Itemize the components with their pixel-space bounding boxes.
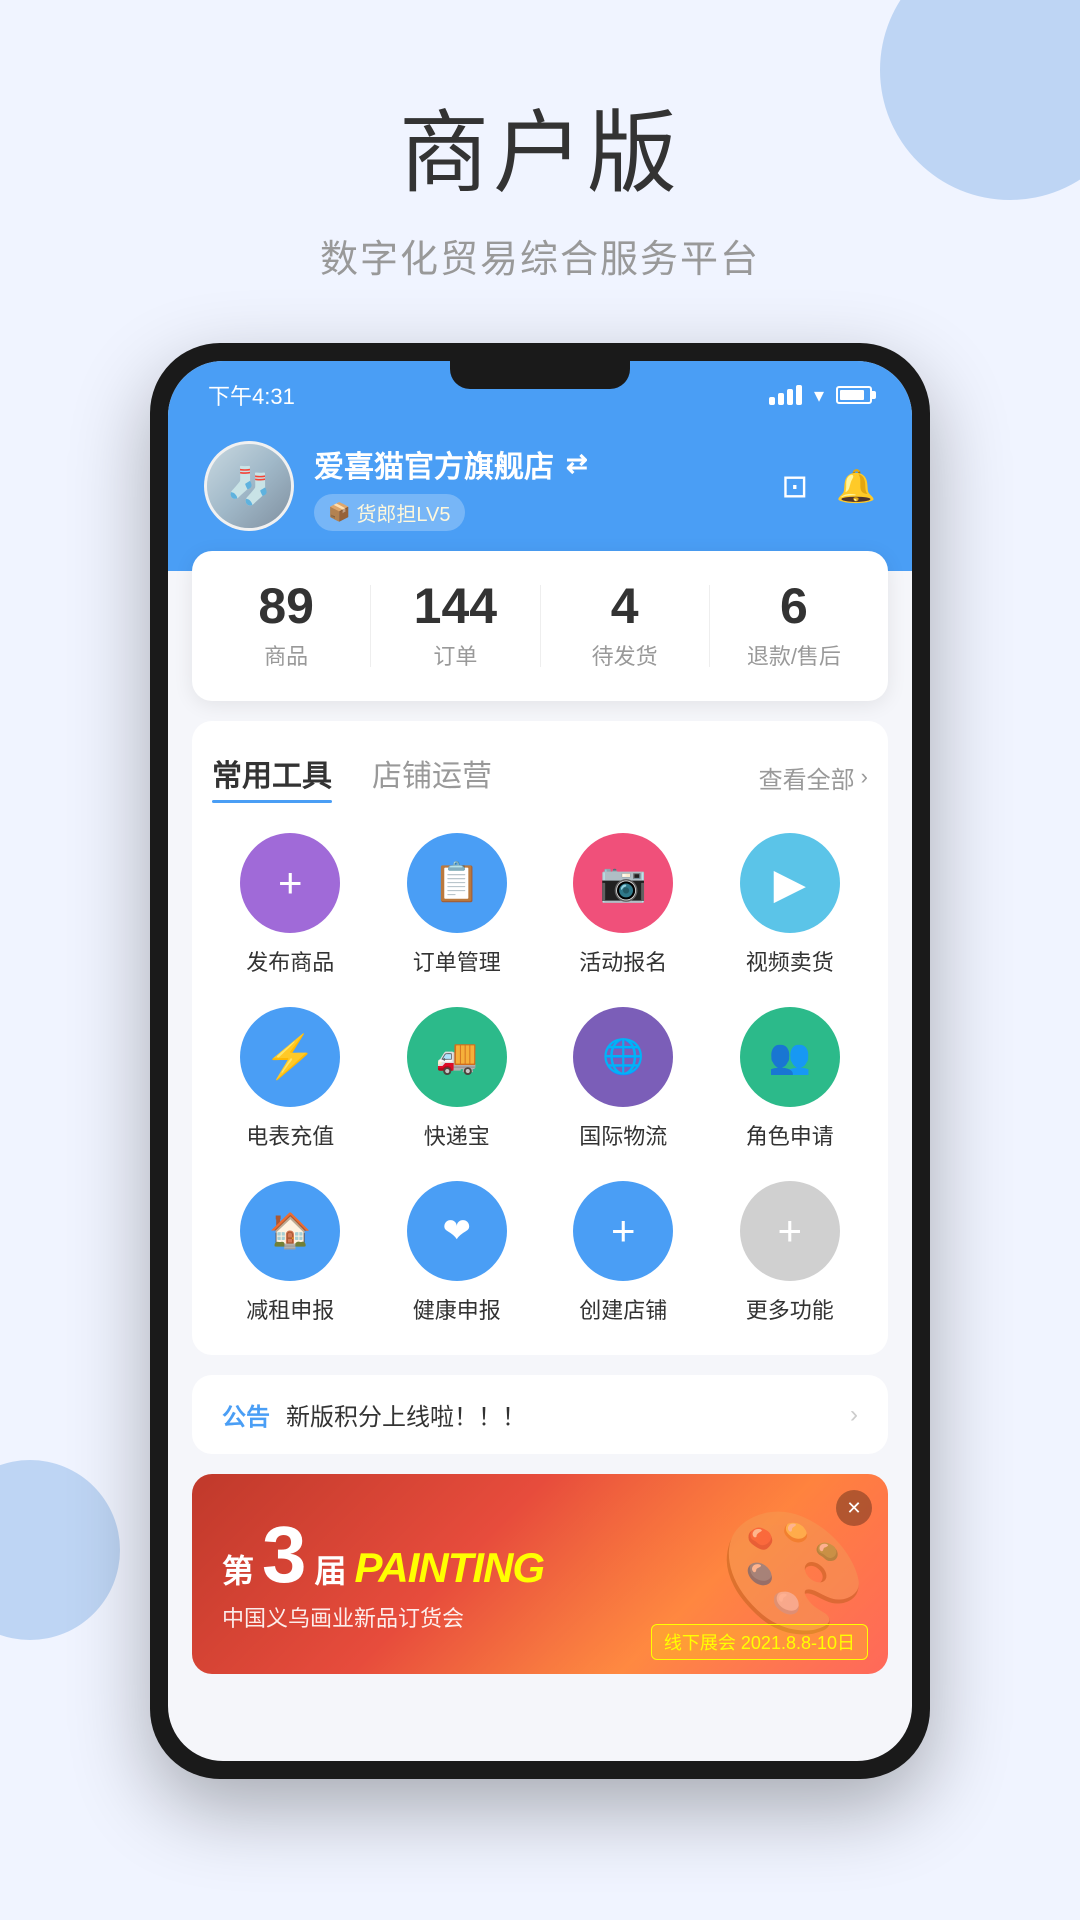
tool-create-store[interactable]: + 创建店铺 [545, 1181, 702, 1325]
header-actions: ⊡ 🔔 [781, 467, 876, 505]
stat-orders-label: 订单 [371, 639, 539, 671]
tool-more[interactable]: + 更多功能 [712, 1181, 869, 1325]
avatar[interactable] [204, 441, 294, 531]
tool-more-icon: + [740, 1181, 840, 1281]
stat-orders[interactable]: 144 订单 [371, 581, 539, 671]
tool-express-icon: 🚚 [407, 1007, 507, 1107]
tool-health-icon: ❤ [407, 1181, 507, 1281]
tool-events[interactable]: 📷 活动报名 [545, 833, 702, 977]
tool-events-label: 活动报名 [579, 945, 667, 977]
tool-video-icon: ▶ [740, 833, 840, 933]
tool-logistics-icon: 🌐 [573, 1007, 673, 1107]
tool-publish-icon: + [240, 833, 340, 933]
app-header: 爱喜猫官方旗舰店 ⇄ 📦 货郎担LV5 ⊡ 🔔 [168, 421, 912, 571]
switch-store-icon[interactable]: ⇄ [566, 448, 588, 479]
avatar-image [207, 444, 291, 528]
stat-orders-value: 144 [371, 581, 539, 631]
battery-icon [836, 386, 872, 404]
tool-create-store-icon: + [573, 1181, 673, 1281]
badge-text: 货郎担LV5 [356, 498, 450, 527]
tool-electric-icon: ⚡ [240, 1007, 340, 1107]
tool-publish-label: 发布商品 [246, 945, 334, 977]
tab-store-ops[interactable]: 店铺运营 [372, 751, 492, 803]
stat-products-value: 89 [202, 581, 370, 631]
user-info: 爱喜猫官方旗舰店 ⇄ 📦 货郎担LV5 [204, 441, 588, 531]
tool-express[interactable]: 🚚 快递宝 [379, 1007, 536, 1151]
tool-electric[interactable]: ⚡ 电表充值 [212, 1007, 369, 1151]
store-badge: 📦 货郎担LV5 [314, 494, 465, 531]
banner-painting: PAINTING [355, 1544, 545, 1592]
tool-health-label: 健康申报 [413, 1293, 501, 1325]
banner-line1: 第 [222, 1546, 254, 1592]
banner-title-row: 第 3 届 PAINTING [222, 1515, 544, 1595]
banner[interactable]: 第 3 届 PAINTING 中国义乌画业新品订货会 ✕ 线下展会 2021.8… [192, 1474, 888, 1674]
scan-button[interactable]: ⊡ [781, 467, 808, 505]
tool-orders-label: 订单管理 [413, 945, 501, 977]
tools-grid: + 发布商品 📋 订单管理 📷 活动报名 ▶ 视频卖货 [212, 833, 868, 1325]
stat-pending-label: 待发货 [541, 639, 709, 671]
tool-express-label: 快递宝 [424, 1119, 490, 1151]
phone-container: 下午4:31 ▾ [0, 343, 1080, 1779]
status-time: 下午4:31 [208, 379, 295, 411]
tool-orders[interactable]: 📋 订单管理 [379, 833, 536, 977]
tool-logistics[interactable]: 🌐 国际物流 [545, 1007, 702, 1151]
phone-frame: 下午4:31 ▾ [150, 343, 930, 1779]
page-subtitle: 数字化贸易综合服务平台 [0, 228, 1080, 283]
chevron-right-icon: › [861, 764, 868, 790]
announcement-tag: 公告 [222, 1397, 270, 1432]
tool-rent-icon: 🏠 [240, 1181, 340, 1281]
view-all-button[interactable]: 查看全部 › [759, 760, 868, 795]
stats-card: 89 商品 144 订单 4 待发货 6 退款/售后 [192, 551, 888, 701]
banner-detail: 线下展会 2021.8.8-10日 [651, 1624, 868, 1660]
tools-tabs: 常用工具 店铺运营 查看全部 › [212, 751, 868, 803]
stat-refund-label: 退款/售后 [710, 639, 878, 671]
banner-close-button[interactable]: ✕ [836, 1490, 872, 1526]
signal-icon [769, 385, 802, 405]
tool-publish[interactable]: + 发布商品 [212, 833, 369, 977]
tool-more-label: 更多功能 [746, 1293, 834, 1325]
banner-line2: 届 [315, 1546, 347, 1592]
announcement-text: 新版积分上线啦！！！ [286, 1397, 834, 1432]
user-row: 爱喜猫官方旗舰店 ⇄ 📦 货郎担LV5 ⊡ 🔔 [204, 441, 876, 531]
stat-pending[interactable]: 4 待发货 [541, 581, 709, 671]
stat-refund[interactable]: 6 退款/售后 [710, 581, 878, 671]
tool-role[interactable]: 👥 角色申请 [712, 1007, 869, 1151]
banner-content: 第 3 届 PAINTING 中国义乌画业新品订货会 [222, 1515, 544, 1633]
tool-rent-label: 减租申报 [246, 1293, 334, 1325]
stat-refund-value: 6 [710, 581, 878, 631]
store-name-row: 爱喜猫官方旗舰店 ⇄ [314, 442, 588, 486]
phone-notch [450, 361, 630, 389]
announcement[interactable]: 公告 新版积分上线啦！！！ › [192, 1375, 888, 1454]
banner-number: 3 [262, 1515, 307, 1595]
tool-role-icon: 👥 [740, 1007, 840, 1107]
stat-products[interactable]: 89 商品 [202, 581, 370, 671]
page-title: 商户版 [0, 100, 1080, 208]
tool-orders-icon: 📋 [407, 833, 507, 933]
wifi-icon: ▾ [814, 383, 824, 408]
banner-sub: 中国义乌画业新品订货会 [222, 1601, 544, 1633]
tool-rent[interactable]: 🏠 减租申报 [212, 1181, 369, 1325]
stat-pending-value: 4 [541, 581, 709, 631]
notification-button[interactable]: 🔔 [836, 467, 876, 505]
tool-role-label: 角色申请 [746, 1119, 834, 1151]
tool-logistics-label: 国际物流 [579, 1119, 667, 1151]
view-all-text: 查看全部 [759, 760, 855, 795]
tool-electric-label: 电表充值 [246, 1119, 334, 1151]
tool-create-store-label: 创建店铺 [579, 1293, 667, 1325]
phone-screen: 下午4:31 ▾ [168, 361, 912, 1761]
store-name-text: 爱喜猫官方旗舰店 [314, 442, 554, 486]
page-header: 商户版 数字化贸易综合服务平台 [0, 0, 1080, 343]
tool-events-icon: 📷 [573, 833, 673, 933]
badge-icon: 📦 [328, 502, 350, 523]
announcement-arrow: › [850, 1401, 858, 1429]
tool-video[interactable]: ▶ 视频卖货 [712, 833, 869, 977]
store-details: 爱喜猫官方旗舰店 ⇄ 📦 货郎担LV5 [314, 442, 588, 531]
tools-section: 常用工具 店铺运营 查看全部 › + 发布商品 📋 订单管理 [192, 721, 888, 1355]
stat-products-label: 商品 [202, 639, 370, 671]
tool-video-label: 视频卖货 [746, 945, 834, 977]
tab-common-tools[interactable]: 常用工具 [212, 751, 332, 803]
tool-health[interactable]: ❤ 健康申报 [379, 1181, 536, 1325]
status-icons: ▾ [769, 383, 872, 408]
